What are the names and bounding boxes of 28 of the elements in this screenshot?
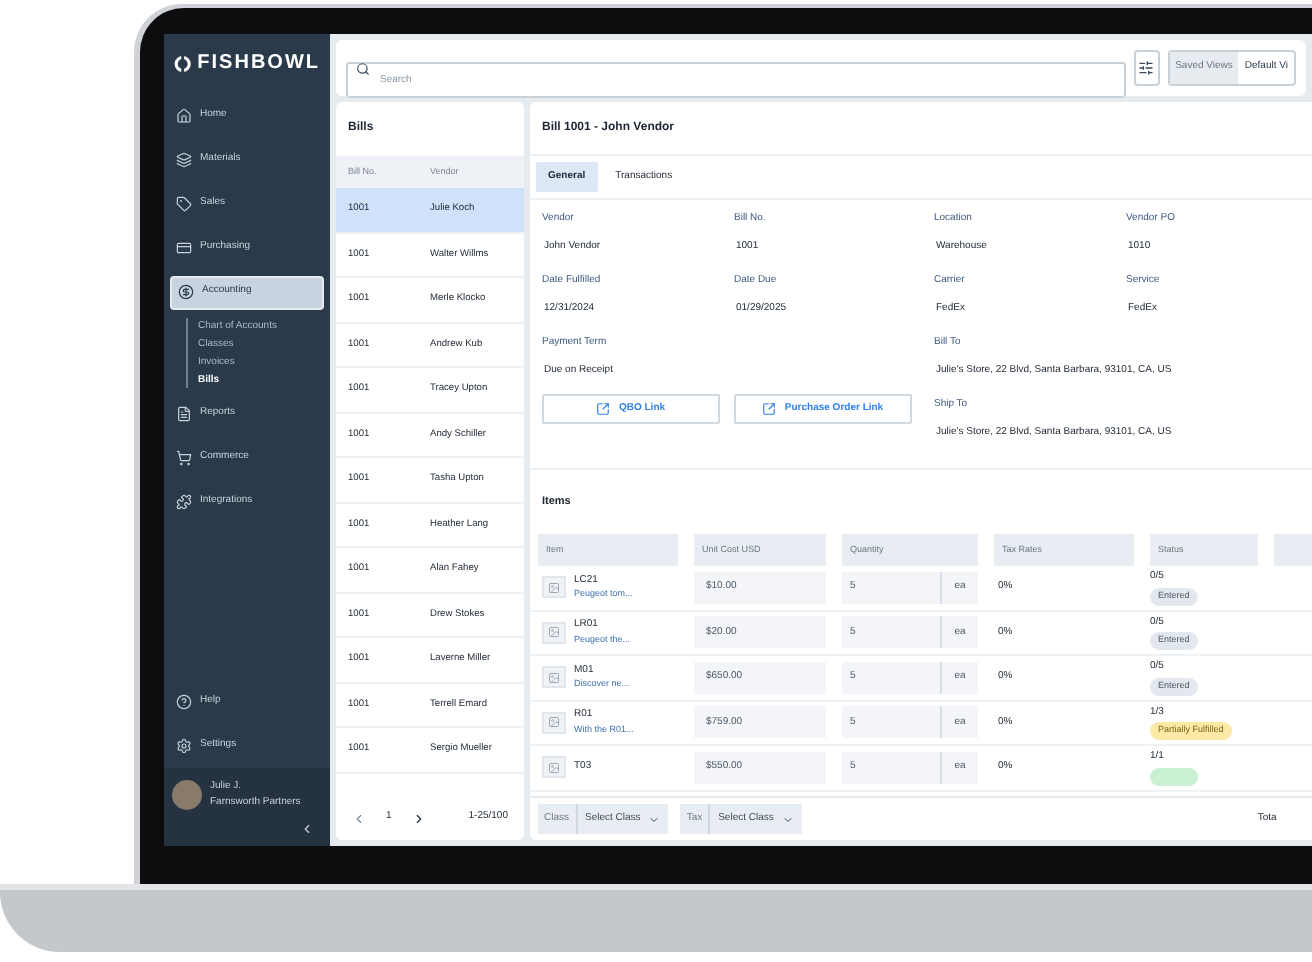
tag-icon	[176, 196, 192, 212]
card-icon	[176, 240, 192, 256]
document-icon	[176, 406, 192, 422]
external-link-icon	[762, 402, 777, 416]
image-icon	[548, 626, 560, 639]
sliders-icon	[1138, 60, 1155, 76]
search-icon	[356, 61, 370, 75]
logo-icon	[174, 53, 192, 73]
collapse-icon[interactable]	[300, 822, 314, 836]
settings-icon	[176, 738, 192, 754]
layers-icon	[176, 152, 192, 168]
next-page-icon[interactable]	[411, 811, 426, 825]
external-link-icon	[596, 402, 611, 416]
filter-button[interactable]	[1134, 50, 1160, 86]
cart-icon	[176, 450, 192, 466]
image-icon	[548, 671, 560, 684]
image-icon	[548, 581, 560, 594]
previous-page-icon[interactable]	[352, 811, 366, 825]
help-icon	[176, 694, 192, 710]
dropdown-icon	[648, 813, 661, 825]
dollar-icon	[178, 284, 194, 300]
image-icon	[548, 761, 560, 774]
home-icon	[176, 108, 192, 124]
dropdown-icon	[781, 813, 794, 825]
avatar	[172, 780, 202, 810]
logo-text: FISHBOWL	[197, 50, 320, 78]
image-icon	[548, 716, 560, 729]
puzzle-icon	[176, 494, 192, 510]
